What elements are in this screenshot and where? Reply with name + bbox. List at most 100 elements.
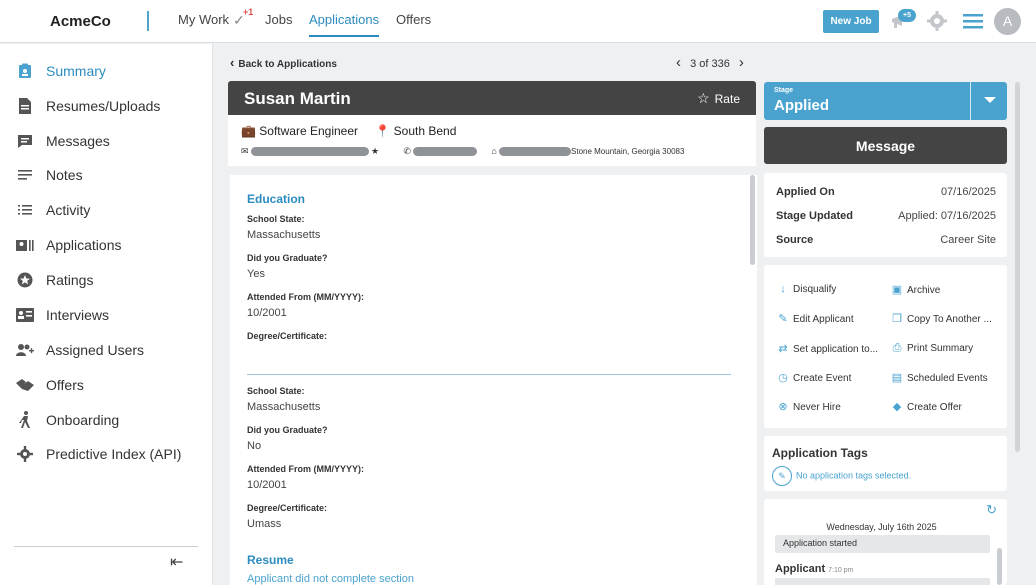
interview-icon: [16, 306, 34, 324]
stage-value: Applied: [774, 97, 829, 114]
action-label: Scheduled Events: [907, 373, 988, 384]
avatar[interactable]: A: [994, 8, 1021, 35]
sidebar-item-label: Applications: [46, 237, 122, 253]
brand-logo[interactable]: AcmeCo: [50, 13, 111, 30]
nav-my-work[interactable]: My Work: [178, 12, 229, 27]
rate-label: Rate: [714, 92, 740, 106]
activity-entry-placeholder: [775, 578, 990, 585]
copy-to-another-action[interactable]: ❐ Copy To Another ...: [890, 312, 992, 325]
sidebar-item-resumes[interactable]: Resumes/Uploads: [0, 89, 213, 123]
sidebar: Summary Resumes/Uploads Messages Notes A…: [0, 44, 213, 585]
sidebar-item-activity[interactable]: Activity: [0, 193, 213, 227]
archive-action[interactable]: ▣ Archive: [890, 283, 941, 296]
chevron-left-icon: ‹: [230, 55, 235, 70]
pager: ‹ 3 of 336 ›: [676, 54, 744, 71]
candidate-info-card: 💼 Software Engineer 📍 South Bend ✉ ★ ✆ ⌂…: [228, 115, 756, 166]
job-location: South Bend: [393, 124, 457, 138]
hamburger-menu-icon[interactable]: [962, 12, 984, 30]
actions-card: ↓ Disqualify ▣ Archive ✎ Edit Applicant ❐ Co…: [764, 265, 1007, 428]
rate-button[interactable]: ☆ Rate: [697, 90, 740, 107]
clock-icon: ◷: [778, 372, 788, 384]
sidebar-item-label: Ratings: [46, 272, 94, 288]
phone-icon: ✆: [403, 146, 411, 156]
sidebar-item-interviews[interactable]: Interviews: [0, 298, 213, 332]
sidebar-item-predictive-index[interactable]: Predictive Index (API): [0, 437, 213, 471]
swap-icon: ⇄: [778, 343, 788, 355]
action-label: Never Hire: [793, 402, 841, 413]
stage-dropdown[interactable]: Stage Applied: [764, 82, 1007, 120]
nav-offers[interactable]: Offers: [396, 12, 431, 27]
sidebar-divider: [14, 546, 198, 547]
action-label: Set application to...: [793, 344, 879, 355]
collapse-left-icon[interactable]: ⇤: [170, 552, 183, 572]
prev-applicant-button[interactable]: ‹: [676, 54, 681, 71]
field-value: 10/2001: [247, 479, 287, 491]
job-title: Software Engineer: [259, 124, 359, 138]
sidebar-item-label: Interviews: [46, 307, 110, 323]
sidebar-item-offers[interactable]: Offers: [0, 368, 213, 402]
field-label: School State:: [247, 214, 305, 224]
scheduled-events-action[interactable]: ▤ Scheduled Events: [890, 371, 988, 384]
application-tags-card: Application Tags ✎ No application tags se…: [764, 436, 1007, 491]
refresh-icon[interactable]: ↻: [986, 502, 997, 518]
sidebar-item-ratings[interactable]: Ratings: [0, 263, 213, 297]
address-tail: Stone Mountain, Georgia 30083: [571, 147, 685, 156]
resume-heading: Resume: [247, 553, 294, 567]
source-label: Source: [776, 234, 814, 246]
pencil-icon: ✎: [778, 313, 788, 325]
field-value: Massachusetts: [247, 229, 321, 241]
create-event-action[interactable]: ◷ Create Event: [776, 371, 851, 384]
activity-note: Application started: [775, 535, 990, 553]
list-icon: [16, 201, 34, 219]
education-heading: Education: [247, 192, 306, 206]
sidebar-item-assigned-users[interactable]: Assigned Users: [0, 333, 213, 367]
activity-scrollbar[interactable]: [997, 548, 1002, 585]
gear-icon[interactable]: [926, 10, 948, 32]
sidebar-item-label: Resumes/Uploads: [46, 98, 161, 114]
nav-applications[interactable]: Applications: [309, 12, 380, 37]
notes-icon: [16, 166, 34, 184]
nav-jobs[interactable]: Jobs: [265, 12, 292, 27]
sidebar-item-onboarding[interactable]: Onboarding: [0, 403, 213, 437]
section-divider: [247, 374, 731, 375]
stage-dropdown-toggle[interactable]: [970, 82, 1007, 120]
print-summary-action[interactable]: ⎙ Print Summary: [890, 342, 974, 355]
back-link-label: Back to Applications: [238, 59, 337, 70]
field-value: Massachusetts: [247, 401, 321, 413]
next-applicant-button[interactable]: ›: [739, 54, 744, 71]
author-name: Applicant: [775, 563, 826, 575]
tags-title: Application Tags: [772, 446, 868, 460]
set-application-action[interactable]: ⇄ Set application to...: [776, 342, 878, 355]
sidebar-item-messages[interactable]: Messages: [0, 124, 213, 158]
create-offer-action[interactable]: ◆ Create Offer: [890, 400, 962, 413]
briefcase-icon: 💼: [241, 124, 256, 138]
sidebar-item-applications[interactable]: Applications: [0, 228, 213, 262]
notification-badge: +5: [898, 9, 916, 22]
new-job-button[interactable]: New Job: [823, 10, 879, 33]
field-value: No: [247, 440, 262, 452]
id-card-icon: [16, 236, 34, 254]
tags-edit-link[interactable]: ✎ No application tags selected.: [772, 466, 911, 486]
field-label: Did you Graduate?: [247, 425, 328, 435]
field-label: Degree/Certificate:: [247, 503, 328, 513]
edit-applicant-action[interactable]: ✎ Edit Applicant: [776, 312, 853, 325]
document-icon: [16, 97, 34, 115]
application-details: Education School State: Massachusetts Di…: [230, 175, 757, 585]
right-panel-scrollbar[interactable]: [1015, 82, 1020, 452]
source-value: Career Site: [940, 234, 996, 246]
disqualify-action[interactable]: ↓ Disqualify: [776, 283, 836, 295]
field-value: Yes: [247, 268, 265, 280]
message-button[interactable]: Message: [764, 127, 1007, 164]
details-scrollbar[interactable]: [750, 175, 755, 265]
location-pin-icon: 📍: [375, 124, 391, 138]
home-icon: ⌂: [491, 146, 497, 156]
back-to-applications-link[interactable]: ‹ Back to Applications: [230, 55, 337, 70]
action-label: Copy To Another ...: [907, 314, 992, 325]
calendar-user-icon: ▤: [891, 372, 903, 384]
sidebar-item-notes[interactable]: Notes: [0, 158, 213, 192]
candidate-name: Susan Martin: [244, 89, 351, 108]
sidebar-item-label: Notes: [46, 167, 83, 183]
never-hire-action[interactable]: ⊗ Never Hire: [776, 400, 841, 413]
printer-icon: ⎙: [892, 342, 902, 354]
sidebar-item-summary[interactable]: Summary: [0, 54, 213, 88]
